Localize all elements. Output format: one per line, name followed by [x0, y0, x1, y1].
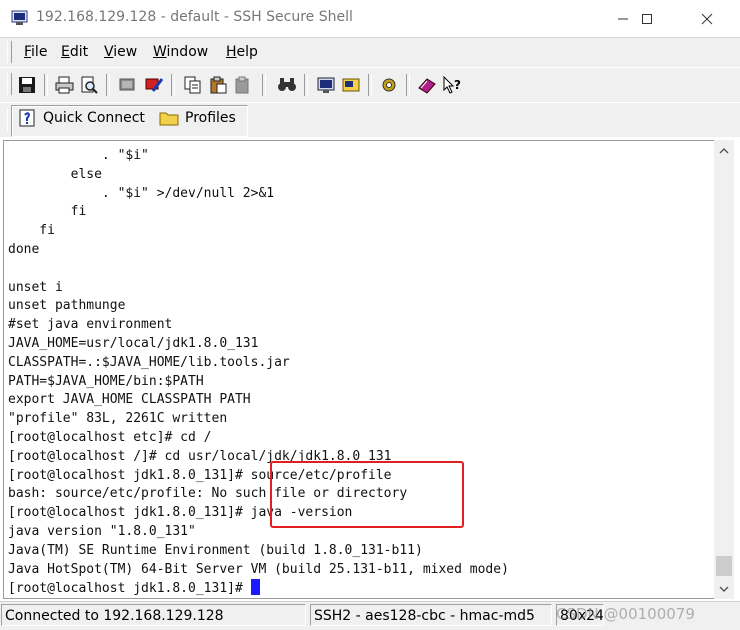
terminal-line: CLASSPATH=.:$JAVA_HOME/lib.tools.jar [8, 354, 290, 370]
configure-icon [382, 78, 396, 92]
help-book-icon [418, 78, 436, 94]
close-button[interactable] [684, 0, 730, 37]
scroll-up-button[interactable] [714, 142, 734, 160]
maximize-icon [642, 13, 652, 24]
toolbar-grip[interactable] [7, 73, 12, 95]
context-help-icon: ? [443, 76, 461, 94]
print-preview-icon [81, 76, 98, 94]
terminal-line: Java(TM) SE Runtime Environment (build 1… [8, 542, 423, 558]
menu-edit[interactable]: Edit [61, 44, 88, 60]
terminal-line: Java HotSpot(TM) 64-Bit Server VM (build… [8, 561, 509, 577]
help-book-button[interactable] [417, 75, 437, 95]
settings-icon [317, 77, 335, 93]
terminal-line: unset i [8, 279, 63, 295]
menu-grip[interactable] [7, 41, 12, 63]
watermark: CSDN @00100079 [556, 605, 695, 623]
terminal-line: . "$i" >/dev/null 2>&1 [101, 185, 275, 201]
folder-icon [159, 112, 179, 126]
profiles-label: Profiles [185, 110, 236, 126]
terminal-line: JAVA_HOME=usr/local/jdk1.8.0_131 [8, 335, 259, 351]
scroll-thumb[interactable] [716, 556, 732, 576]
paste-alt-icon [235, 76, 249, 94]
quick-connect-bar: Quick Connect Profiles [0, 102, 740, 137]
vertical-scrollbar[interactable] [714, 140, 734, 599]
copy-button[interactable] [183, 75, 203, 95]
menu-file[interactable]: File [24, 44, 47, 60]
print-icon [55, 76, 73, 94]
annotation-highlight-box [270, 461, 464, 528]
terminal-line: fi [70, 204, 87, 220]
terminal-line: else [70, 166, 102, 182]
terminal-line: done [8, 241, 40, 257]
save-icon [19, 77, 35, 93]
context-help-button[interactable]: ? [442, 75, 462, 95]
terminal-line: fi [39, 223, 55, 239]
svg-text:?: ? [454, 78, 461, 92]
paste-button[interactable] [208, 75, 228, 95]
quick-connect-icon [19, 109, 35, 127]
terminal-area[interactable]: . "$i" else . "$i" >/dev/null 2>&1 fi fi… [3, 140, 715, 599]
disconnect-button[interactable] [117, 75, 137, 95]
find-button[interactable] [277, 75, 297, 95]
window-title: 192.168.129.128 - default - SSH Secure S… [36, 9, 353, 25]
terminal-line: export JAVA_HOME CLASSPATH PATH [8, 392, 251, 408]
terminal-prompt: [root@localhost jdk1.8.0_131]# [8, 581, 251, 597]
paste-alt-button[interactable] [233, 75, 253, 95]
settings-button[interactable] [316, 75, 336, 95]
profiles-button[interactable]: Profiles [159, 108, 236, 128]
print-button[interactable] [54, 75, 74, 95]
ssh-app-icon [11, 10, 28, 25]
close-icon [701, 13, 713, 24]
terminal-line: #set java environment [8, 317, 173, 333]
quickbar-grip[interactable] [7, 109, 12, 131]
save-button[interactable] [17, 75, 37, 95]
status-cipher: SSH2 - aes128-cbc - hmac-md5 [310, 604, 552, 626]
maximize-button[interactable] [624, 0, 670, 37]
print-preview-button[interactable] [79, 75, 99, 95]
quick-connect-button[interactable]: Quick Connect [19, 108, 145, 128]
quick-connect-label: Quick Connect [43, 110, 145, 126]
paste-icon [210, 76, 227, 94]
terminal-output: . "$i" else . "$i" >/dev/null 2>&1 fi fi… [8, 147, 509, 598]
menu-help[interactable]: Help [226, 44, 258, 60]
terminal-line: [root@localhost etc]# cd / [8, 429, 212, 445]
terminal-line: unset pathmunge [8, 298, 126, 314]
scroll-down-button[interactable] [714, 580, 734, 598]
terminal-line: java version "1.8.0_131" [8, 523, 196, 539]
connect-icon [145, 78, 164, 92]
terminal-line: "profile" 83L, 2261C written [8, 411, 228, 427]
toolbar: ? [0, 67, 740, 103]
menu-window[interactable]: Window [153, 44, 208, 60]
chevron-down-icon [719, 586, 729, 592]
chevron-up-icon [719, 148, 729, 154]
terminal-cursor [250, 579, 260, 596]
connect-button[interactable] [144, 75, 164, 95]
menu-view[interactable]: View [104, 44, 137, 60]
profile-settings-icon [342, 78, 360, 92]
terminal-line: PATH=$JAVA_HOME/bin:$PATH [8, 373, 204, 389]
status-connection: Connected to 192.168.129.128 [1, 604, 306, 626]
profile-settings-button[interactable] [341, 75, 361, 95]
find-icon [278, 78, 296, 91]
title-bar: 192.168.129.128 - default - SSH Secure S… [0, 0, 740, 37]
copy-icon [184, 76, 201, 94]
configure-button[interactable] [379, 75, 399, 95]
disconnect-icon [119, 78, 135, 91]
menu-bar: File Edit View Window Help [0, 37, 740, 68]
terminal-line: . "$i" [101, 148, 149, 163]
